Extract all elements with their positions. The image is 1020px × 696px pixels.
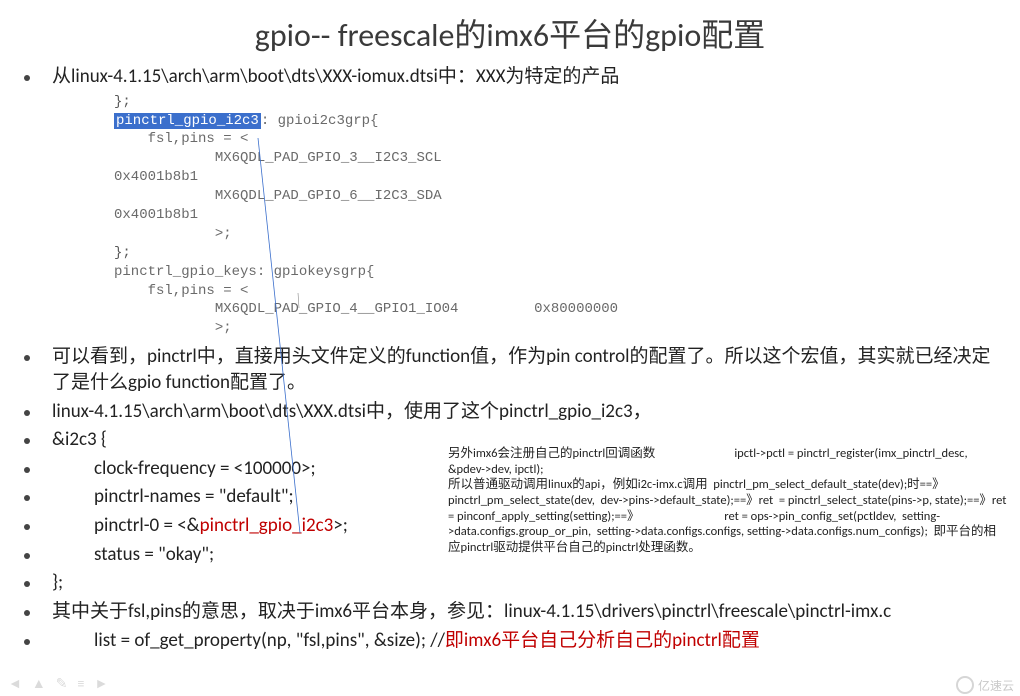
arrow-right-icon[interactable]: ► — [94, 675, 108, 692]
bullet-icon — [24, 553, 30, 559]
bullet-3-text: linux-4.1.15\arch\arm\boot\dts\XXX.dtsi中… — [52, 399, 1000, 425]
bullet-3: linux-4.1.15\arch\arm\boot\dts\XXX.dtsi中… — [24, 399, 1000, 425]
code-snippet: }; pinctrl_gpio_i2c3: gpioi2c3grp{ fsl,p… — [114, 93, 1000, 339]
arrow-up-icon[interactable]: ▲ — [32, 675, 46, 692]
logo-icon — [956, 676, 974, 694]
bullet-icon — [24, 639, 30, 645]
pinctrl-ref: pinctrl_gpio_i2c3 — [200, 514, 334, 537]
bullet-icon — [24, 410, 30, 416]
bullet-icon — [24, 75, 30, 81]
bullet-icon — [24, 467, 30, 473]
bullet-2: 可以看到，pinctrl中，直接用头文件定义的function值，作为pin c… — [24, 344, 1000, 395]
edit-icon[interactable]: ✎ — [56, 675, 68, 692]
page-title: gpio-- freescale的imx6平台的gpio配置 — [0, 0, 1020, 64]
bullet-icon — [24, 524, 30, 530]
bullet-11: list = of_get_property(np, "fsl,pins", &… — [24, 628, 1000, 654]
red-comment: 即imx6平台自己分析自己的pinctrl配置 — [445, 629, 760, 652]
code-highlight: pinctrl_gpio_i2c3 — [114, 113, 261, 129]
bullet-10: 其中关于fsl,pins的意思，取决于imx6平台本身，参见：linux-4.1… — [24, 599, 1000, 625]
bullet-11-text: list = of_get_property(np, "fsl,pins", &… — [52, 628, 1000, 654]
bullet-1-text: 从linux-4.1.15\arch\arm\boot\dts\XXX-iomu… — [52, 64, 1000, 90]
slide-content: 从linux-4.1.15\arch\arm\boot\dts\XXX-iomu… — [0, 64, 1020, 653]
bullet-10-text: 其中关于fsl,pins的意思，取决于imx6平台本身，参见：linux-4.1… — [52, 599, 1000, 625]
bullet-2-text: 可以看到，pinctrl中，直接用头文件定义的function值，作为pin c… — [52, 344, 1000, 395]
bullet-icon — [24, 355, 30, 361]
bullet-icon — [24, 438, 30, 444]
arrow-left-icon[interactable]: ◄ — [8, 675, 22, 692]
watermark-text: 亿速云 — [978, 677, 1014, 694]
bullet-icon — [24, 610, 30, 616]
toolbar-icons: ◄ ▲ ✎ ≡ ► — [8, 675, 108, 692]
bullet-9-text: }; — [52, 570, 1000, 596]
bullet-9: }; — [24, 570, 1000, 596]
watermark: 亿速云 — [956, 676, 1014, 694]
bullet-1: 从linux-4.1.15\arch\arm\boot\dts\XXX-iomu… — [24, 64, 1000, 90]
bullet-icon — [24, 581, 30, 587]
bullet-icon — [24, 495, 30, 501]
side-note: 另外imx6会注册自己的pinctrl回调函数 ipctl->pctl = pi… — [448, 446, 1008, 555]
menu-icon[interactable]: ≡ — [77, 675, 84, 692]
